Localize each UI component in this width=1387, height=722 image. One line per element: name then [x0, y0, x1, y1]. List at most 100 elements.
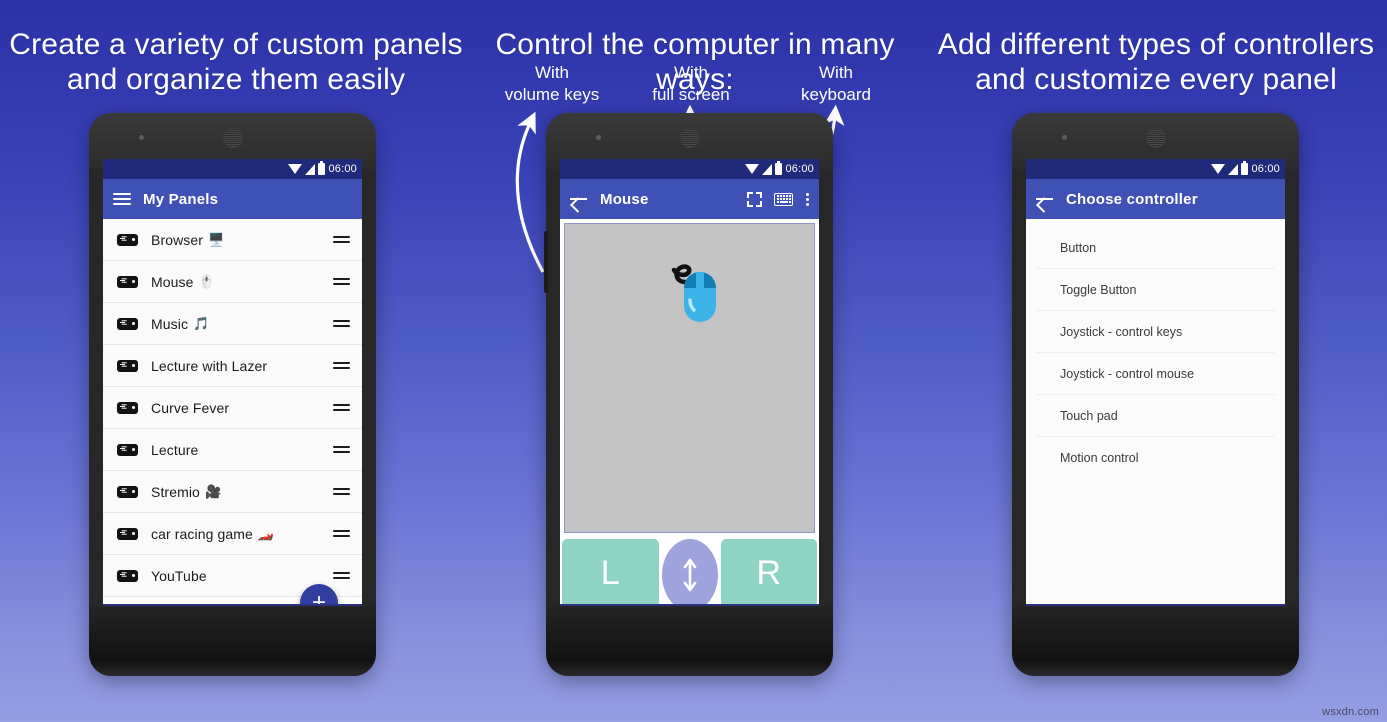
panel-name: Curve Fever — [151, 400, 320, 416]
panel-label-text: Lecture with Lazer — [151, 357, 268, 374]
phone3-status-bar: 06:00 — [1026, 159, 1285, 179]
list-item[interactable]: Curve Fever — [103, 387, 362, 429]
list-item[interactable]: Button — [1036, 227, 1275, 269]
earpiece-speaker — [1146, 128, 1166, 148]
panel-emoji-icon: 🖱️ — [198, 274, 215, 289]
list-item[interactable]: Mouse 🖱️ — [103, 261, 362, 303]
phone3-screen: 06:00 Choose controller Button Toggle Bu… — [1026, 159, 1285, 634]
nav-home-icon[interactable] — [682, 612, 697, 626]
wifi-icon — [1211, 164, 1226, 174]
panel-label-text: Mouse — [151, 273, 194, 290]
fullscreen-icon[interactable] — [747, 191, 762, 207]
panel-emoji-icon: 🏎️ — [257, 526, 275, 541]
drag-handle-icon[interactable] — [333, 320, 350, 327]
headline-right: Add different types of controllers and c… — [937, 28, 1375, 96]
list-item[interactable]: Motion control — [1036, 437, 1275, 479]
arrow-back-icon[interactable] — [1036, 191, 1054, 207]
nav-home-icon[interactable] — [225, 612, 240, 626]
nav-recents-icon[interactable] — [770, 613, 783, 625]
page-title: Choose controller — [1066, 190, 1198, 208]
nav-recents-icon[interactable] — [313, 613, 326, 625]
panel-emoji-icon: 🎥 — [204, 484, 222, 499]
list-item[interactable]: Stremio 🎥 — [103, 471, 362, 513]
drag-handle-icon[interactable] — [333, 446, 350, 453]
gamepad-icon — [117, 317, 138, 330]
front-camera-icon — [139, 135, 144, 140]
panel-name: Lecture with Lazer — [151, 358, 320, 374]
hamburger-icon[interactable] — [113, 193, 131, 205]
panel-emoji-icon: 🎵 — [193, 316, 210, 331]
signal-icon — [1228, 163, 1239, 175]
panel-label-text: Stremio — [151, 483, 200, 500]
signal-icon — [305, 163, 316, 175]
overflow-menu-icon[interactable] — [805, 192, 809, 206]
panel-name: Lecture — [151, 442, 320, 458]
gamepad-icon — [117, 485, 138, 498]
list-item[interactable]: Joystick - control mouse — [1036, 353, 1275, 395]
list-item[interactable]: Lecture with Lazer — [103, 345, 362, 387]
phone2-toolbar: Mouse — [560, 179, 819, 219]
list-item[interactable]: Lecture — [103, 429, 362, 471]
panel-label-text: Curve Fever — [151, 399, 230, 416]
nav-back-icon[interactable] — [1062, 611, 1075, 627]
headline-left: Create a variety of custom panels and or… — [9, 28, 463, 96]
status-clock: 06:00 — [328, 163, 357, 175]
drag-handle-icon[interactable] — [333, 362, 350, 369]
scroll-arrow-icon — [683, 558, 696, 592]
annotation-keyboard: With keyboard — [801, 63, 871, 104]
list-item[interactable]: Music 🎵 — [103, 303, 362, 345]
panel-label-text: Lecture — [151, 441, 199, 458]
nav-recents-icon[interactable] — [1236, 613, 1249, 625]
phone2-screen: 06:00 Mouse L R — [560, 159, 819, 634]
gamepad-icon — [117, 275, 138, 288]
drag-handle-icon[interactable] — [333, 236, 350, 243]
nav-home-icon[interactable] — [1148, 612, 1163, 626]
arrow-volume-keys — [515, 111, 545, 273]
phone1-nav-bar — [103, 604, 362, 634]
gamepad-icon — [117, 233, 138, 246]
earpiece-speaker — [223, 128, 243, 148]
keyboard-icon[interactable] — [774, 192, 793, 206]
drag-handle-icon[interactable] — [333, 278, 350, 285]
panel-label-text: Music — [151, 315, 189, 332]
drag-handle-icon[interactable] — [333, 488, 350, 495]
watermark: wsxdn.com — [1322, 706, 1379, 718]
scroll-control-button[interactable] — [661, 539, 718, 611]
phone3-toolbar: Choose controller — [1026, 179, 1285, 219]
nav-back-icon[interactable] — [596, 611, 609, 627]
phone1-screen: 06:00 My Panels Browser 🖥️ Mouse 🖱️ Musi… — [103, 159, 362, 634]
list-item[interactable]: car racing game 🏎️ — [103, 513, 362, 555]
front-camera-icon — [596, 135, 601, 140]
phone3-nav-bar — [1026, 604, 1285, 634]
gamepad-icon — [117, 359, 138, 372]
right-click-button[interactable]: R — [720, 539, 817, 607]
gamepad-icon — [117, 569, 138, 582]
drag-handle-icon[interactable] — [333, 572, 350, 579]
drag-handle-icon[interactable] — [333, 530, 350, 537]
arrow-back-icon[interactable] — [570, 191, 588, 207]
battery-icon — [1241, 161, 1249, 175]
gamepad-icon — [117, 401, 138, 414]
battery-icon — [775, 161, 783, 175]
list-item[interactable]: Toggle Button — [1036, 269, 1275, 311]
left-click-button[interactable]: L — [562, 539, 659, 607]
list-item[interactable]: Joystick - control keys — [1036, 311, 1275, 353]
list-item[interactable]: Touch pad — [1036, 395, 1275, 437]
phone1-toolbar: My Panels — [103, 179, 362, 219]
add-panel-fab[interactable]: + — [300, 584, 338, 622]
controller-options-list: Button Toggle Button Joystick - control … — [1026, 219, 1285, 604]
panel-name: YouTube — [151, 568, 320, 584]
phone-device-right: 06:00 Choose controller Button Toggle Bu… — [1012, 113, 1299, 676]
annotation-volume-keys: With volume keys — [504, 63, 600, 104]
page-title: My Panels — [143, 190, 219, 208]
touchpad-area[interactable] — [564, 223, 815, 533]
panel-name: Stremio 🎥 — [151, 484, 320, 500]
gamepad-icon — [117, 443, 138, 456]
drag-handle-icon[interactable] — [333, 404, 350, 411]
mouse-buttons-row: L R — [560, 537, 819, 611]
panel-label-text: YouTube — [151, 567, 207, 584]
nav-back-icon[interactable] — [139, 611, 152, 627]
panel-name: Music 🎵 — [151, 316, 320, 332]
volume-rocker-button[interactable] — [544, 231, 548, 293]
list-item[interactable]: Browser 🖥️ — [103, 219, 362, 261]
